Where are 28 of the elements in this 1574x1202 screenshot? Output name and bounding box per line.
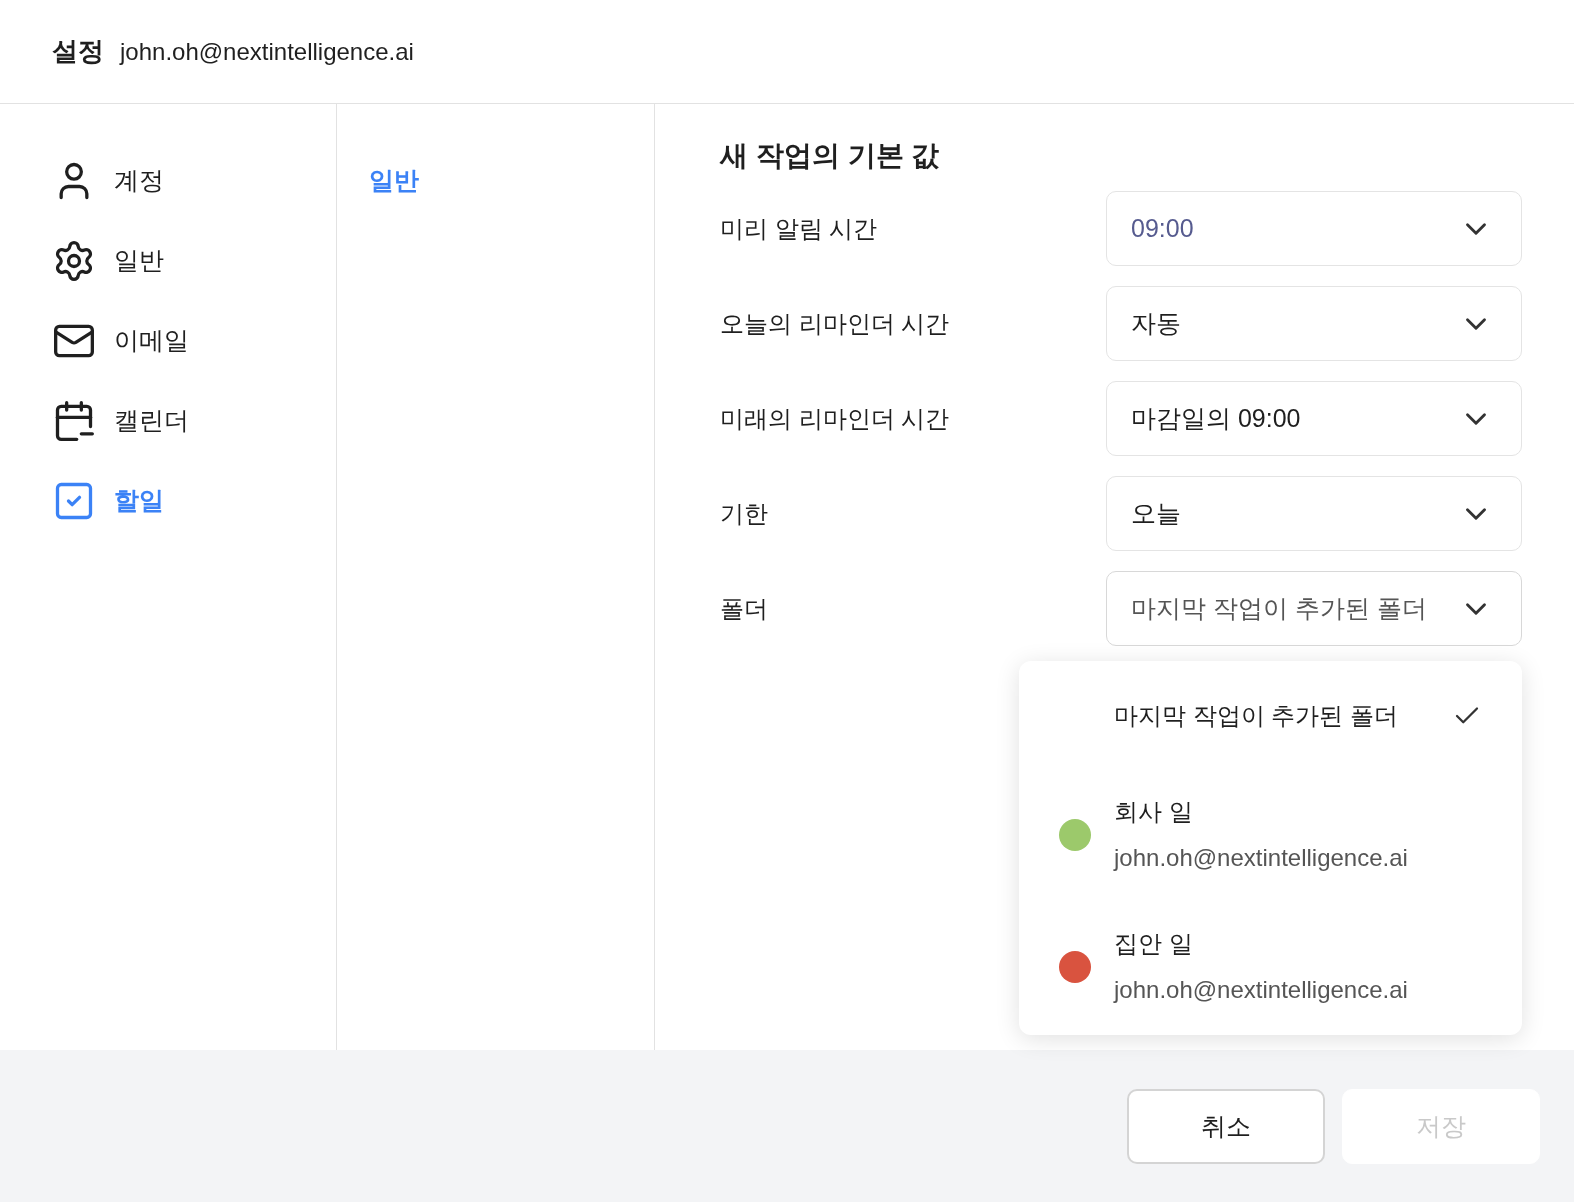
settings-title: 설정: [52, 35, 104, 68]
dropdown-option[interactable]: 집안 일 john.oh@nextintelligence.ai: [1019, 901, 1522, 1033]
select-field[interactable]: 09:00: [1106, 191, 1522, 266]
sidebar-item[interactable]: 할일: [52, 476, 336, 526]
folder-name: 회사 일: [1114, 797, 1194, 827]
subnav-item[interactable]: 일반: [369, 159, 654, 203]
account-email: john.oh@nextintelligence.ai: [120, 36, 414, 67]
section-title: 새 작업의 기본 값: [720, 139, 941, 173]
setting-label: 오늘의 리마인더 시간: [720, 308, 950, 339]
folder-account: john.oh@nextintelligence.ai: [1114, 843, 1409, 873]
folder-name: 집안 일: [1114, 929, 1194, 959]
select-field[interactable]: 마지막 작업이 추가된 폴더: [1106, 571, 1522, 646]
select-field[interactable]: 마감일의 09:00: [1106, 381, 1522, 456]
sidebar-item[interactable]: 캘린더: [52, 396, 336, 446]
folder-account: john.oh@nextintelligence.ai: [1114, 975, 1409, 1005]
dropdown-option[interactable]: 마지막 작업이 추가된 폴더: [1019, 663, 1522, 769]
setting-label: 미래의 리마인더 시간: [720, 403, 950, 434]
folder-name: 마지막 작업이 추가된 폴더: [1114, 701, 1399, 731]
sidebar-item[interactable]: 계정: [52, 156, 336, 206]
sidebar-item[interactable]: 이메일: [52, 316, 336, 366]
select-field[interactable]: 오늘: [1106, 476, 1522, 551]
setting-label: 폴더: [720, 593, 768, 624]
sidebar-item[interactable]: 일반: [52, 236, 336, 286]
select-field[interactable]: 자동: [1106, 286, 1522, 361]
setting-label: 미리 알림 시간: [720, 213, 878, 244]
dropdown-option[interactable]: 회사 일 john.oh@nextintelligence.ai: [1019, 769, 1522, 901]
setting-label: 기한: [720, 498, 768, 529]
cancel-button[interactable]: 취소: [1127, 1089, 1325, 1164]
